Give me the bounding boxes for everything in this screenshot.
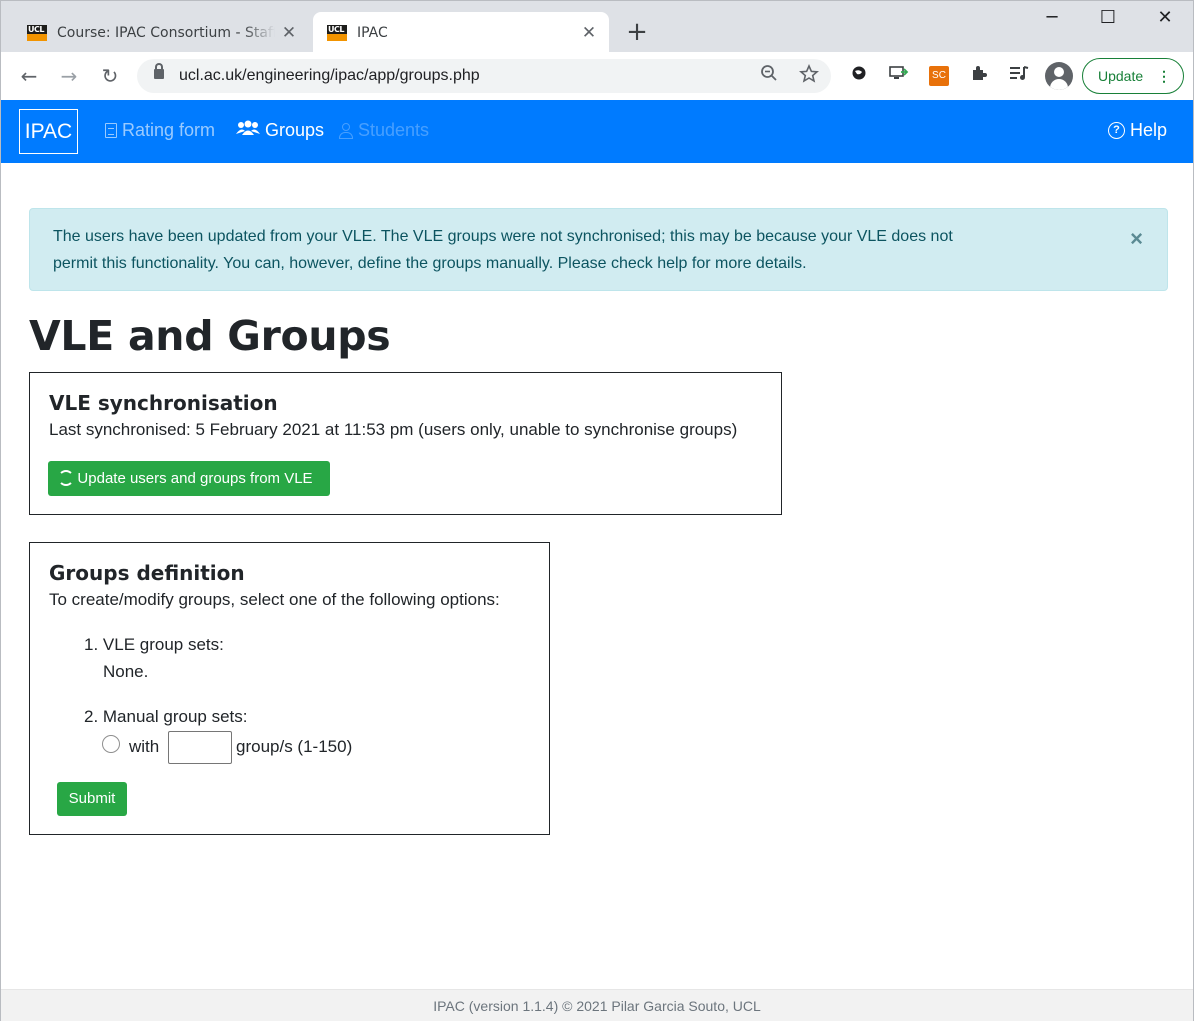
address-bar[interactable]: ucl.ac.uk/engineering/ipac/app/groups.ph…: [137, 59, 831, 93]
tab-title: IPAC: [357, 24, 388, 41]
manual-groups-radio[interactable]: [102, 735, 120, 753]
forward-arrow-icon[interactable]: →: [55, 62, 83, 90]
info-alert: The users have been updated from your VL…: [29, 208, 1168, 291]
nav-help[interactable]: ? Help: [1108, 120, 1167, 141]
url-text[interactable]: ucl.ac.uk/engineering/ipac/app/groups.ph…: [179, 67, 480, 85]
vle-sync-card: VLE synchronisation Last synchronised: 5…: [29, 372, 782, 515]
chrome-update-button[interactable]: Update ⋮: [1082, 58, 1184, 94]
minimize-button[interactable]: ─: [1029, 7, 1075, 28]
question-circle-icon: ?: [1108, 122, 1125, 139]
sync-icon: [58, 470, 74, 486]
option-vle-group-sets-label: 1. VLE group sets:: [84, 635, 224, 654]
browser-tab-ipac[interactable]: UCL IPAC ✕: [313, 12, 609, 53]
reload-icon[interactable]: ↻: [96, 62, 124, 90]
close-window-button[interactable]: ✕: [1142, 7, 1188, 28]
zoom-out-icon[interactable]: [757, 64, 781, 87]
update-label: Update: [1098, 68, 1144, 84]
last-sync-text: Last synchronised: 5 February 2021 at 11…: [49, 420, 738, 439]
lock-icon[interactable]: [154, 63, 164, 79]
with-label: with: [129, 737, 160, 756]
nav-students-label: Students: [358, 120, 430, 140]
close-tab-icon[interactable]: ✕: [275, 23, 303, 43]
alert-message: The users have been updated from your VL…: [53, 223, 1063, 277]
browser-tabstrip: UCL Course: IPAC Consortium - Staff, T ✕…: [0, 0, 1194, 53]
menu-dots-icon[interactable]: ⋮: [1157, 59, 1171, 93]
cast-extension-icon[interactable]: [887, 64, 911, 88]
favicon-text: UCL: [328, 24, 344, 34]
groups-definition-card: Groups definition To create/modify group…: [29, 542, 550, 835]
option-vle-group-sets-value: None.: [103, 662, 149, 681]
browser-toolbar: ← → ↻ ucl.ac.uk/engineering/ipac/app/gro…: [0, 52, 1194, 100]
tab-title: Course: IPAC Consortium - Staff, T: [57, 24, 275, 41]
close-tab-icon[interactable]: ✕: [575, 23, 603, 43]
app-navbar: IPAC Rating form Groups Students ? Help: [1, 100, 1193, 163]
update-from-vle-button[interactable]: Update users and groups from VLE: [48, 461, 330, 496]
page-title: VLE and Groups: [29, 312, 391, 360]
media-queue-icon[interactable]: [1007, 64, 1031, 88]
group-count-input[interactable]: [168, 731, 232, 764]
nav-groups-label: Groups: [265, 120, 325, 140]
sc-extension-icon[interactable]: SC: [929, 66, 949, 86]
browser-tab-course[interactable]: UCL Course: IPAC Consortium - Staff, T ✕: [13, 12, 309, 53]
page-viewport: IPAC Rating form Groups Students ? Help …: [0, 100, 1194, 1021]
ucl-favicon-icon: UCL: [327, 24, 347, 41]
option-manual-group-sets-label: 2. Manual group sets:: [84, 707, 248, 726]
alert-line-2: permit this functionality. You can, howe…: [53, 255, 807, 272]
document-icon: [105, 123, 117, 138]
nav-help-label: Help: [1130, 120, 1168, 140]
globe-extension-icon[interactable]: [847, 64, 871, 88]
back-arrow-icon[interactable]: ←: [15, 62, 43, 90]
nav-rating-form[interactable]: Rating form: [105, 120, 215, 141]
profile-avatar-icon[interactable]: [1045, 62, 1073, 90]
users-icon: [236, 120, 260, 141]
groups-intro-text: To create/modify groups, select one of t…: [49, 590, 500, 609]
nav-groups[interactable]: Groups: [236, 120, 324, 141]
favicon-text: UCL: [28, 24, 44, 34]
new-tab-button[interactable]: +: [623, 19, 651, 45]
maximize-button[interactable]: ☐: [1085, 7, 1131, 28]
group-range-label: group/s (1-150): [236, 737, 353, 756]
user-icon: [339, 122, 353, 139]
groups-definition-title: Groups definition: [49, 561, 245, 585]
footer: IPAC (version 1.1.4) © 2021 Pilar Garcia…: [1, 989, 1193, 1021]
nav-students: Students: [339, 120, 429, 141]
submit-button[interactable]: Submit: [57, 782, 127, 816]
nav-rating-form-label: Rating form: [122, 120, 216, 140]
bookmark-star-icon[interactable]: [797, 64, 821, 89]
vle-sync-title: VLE synchronisation: [49, 391, 278, 415]
update-from-vle-label: Update users and groups from VLE: [77, 470, 313, 487]
alert-line-1: The users have been updated from your VL…: [53, 228, 953, 245]
brand-logo[interactable]: IPAC: [19, 109, 78, 154]
ucl-favicon-icon: UCL: [27, 24, 47, 41]
alert-close-icon[interactable]: ×: [1130, 225, 1143, 252]
puzzle-extensions-icon[interactable]: [967, 64, 991, 88]
